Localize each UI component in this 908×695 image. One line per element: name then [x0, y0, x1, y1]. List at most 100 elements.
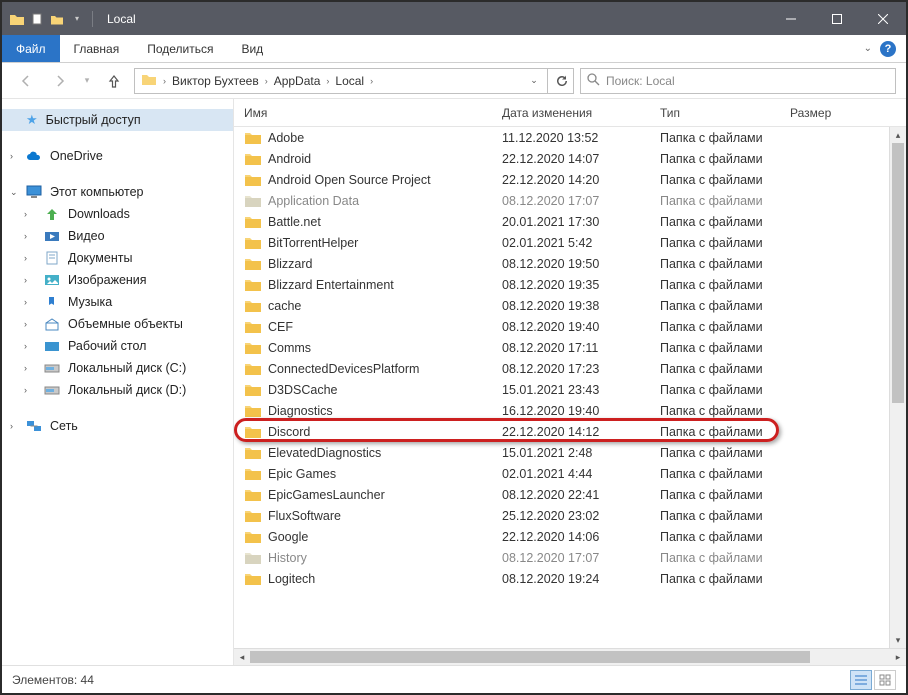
sidebar-quick-access[interactable]: ★ Быстрый доступ	[2, 109, 233, 131]
table-row[interactable]: FluxSoftware25.12.2020 23:02Папка с файл…	[234, 505, 906, 526]
forward-button[interactable]	[46, 67, 74, 95]
file-type: Папка с файлами	[660, 404, 790, 418]
table-row[interactable]: Discord22.12.2020 14:12Папка с файлами	[234, 421, 906, 442]
column-name[interactable]: Имя	[244, 106, 502, 120]
table-row[interactable]: Android Open Source Project22.12.2020 14…	[234, 169, 906, 190]
table-row[interactable]: cache08.12.2020 19:38Папка с файлами	[234, 295, 906, 316]
column-headers[interactable]: Имя Дата изменения Тип Размер	[234, 99, 906, 127]
table-row[interactable]: EpicGamesLauncher08.12.2020 22:41Папка с…	[234, 484, 906, 505]
folder-icon	[244, 319, 262, 335]
column-size[interactable]: Размер	[790, 106, 906, 120]
sidebar-network[interactable]: › Сеть	[2, 415, 233, 437]
view-icons-button[interactable]	[874, 670, 896, 690]
ribbon-tab-home[interactable]: Главная	[60, 35, 134, 62]
table-row[interactable]: Battle.net20.01.2021 17:30Папка с файлам…	[234, 211, 906, 232]
ribbon-tab-view[interactable]: Вид	[227, 35, 277, 62]
chevron-right-icon[interactable]: ›	[24, 341, 27, 351]
up-button[interactable]	[100, 67, 128, 95]
sidebar-item[interactable]: ›Объемные объекты	[2, 313, 233, 335]
sidebar-item[interactable]: ›Музыка	[2, 291, 233, 313]
qat-dropdown-icon[interactable]: ▾	[68, 10, 86, 28]
breadcrumb-seg-2[interactable]: Local	[331, 74, 368, 88]
chevron-right-icon[interactable]: ›	[24, 231, 27, 241]
close-button[interactable]	[860, 2, 906, 35]
chevron-right-icon[interactable]: ›	[368, 76, 375, 86]
refresh-button[interactable]	[547, 69, 573, 93]
column-date[interactable]: Дата изменения	[502, 106, 660, 120]
table-row[interactable]: Blizzard Entertainment08.12.2020 19:35Па…	[234, 274, 906, 295]
back-button[interactable]	[12, 67, 40, 95]
table-row[interactable]: Comms08.12.2020 17:11Папка с файлами	[234, 337, 906, 358]
chevron-right-icon[interactable]: ›	[24, 385, 27, 395]
table-row[interactable]: ElevatedDiagnostics15.01.2021 2:48Папка …	[234, 442, 906, 463]
scroll-down-icon[interactable]: ▾	[890, 632, 906, 648]
qat-folder-icon[interactable]	[48, 10, 66, 28]
scroll-up-icon[interactable]: ▴	[890, 127, 906, 143]
address-bar[interactable]: › Виктор Бухтеев › AppData › Local › ⌄	[134, 68, 574, 94]
column-type[interactable]: Тип	[660, 106, 790, 120]
scroll-right-icon[interactable]: ▸	[890, 649, 906, 665]
sidebar-item[interactable]: ›Видео	[2, 225, 233, 247]
sidebar-item[interactable]: ›Локальный диск (C:)	[2, 357, 233, 379]
ribbon-tab-share[interactable]: Поделиться	[133, 35, 227, 62]
horizontal-scrollbar[interactable]: ◂ ▸	[234, 648, 906, 665]
table-row[interactable]: History08.12.2020 17:07Папка с файлами	[234, 547, 906, 568]
file-date: 08.12.2020 17:07	[502, 551, 660, 565]
search-box[interactable]: Поиск: Local	[580, 68, 896, 94]
chevron-right-icon[interactable]: ›	[10, 421, 13, 431]
address-dropdown-icon[interactable]: ⌄	[521, 69, 547, 93]
chevron-right-icon[interactable]: ›	[161, 76, 168, 86]
chevron-right-icon[interactable]: ›	[10, 151, 13, 161]
chevron-right-icon[interactable]: ›	[324, 76, 331, 86]
file-name: BitTorrentHelper	[268, 236, 358, 250]
ribbon-expand-icon[interactable]: ⌄	[864, 43, 872, 54]
table-row[interactable]: Application Data08.12.2020 17:07Папка с …	[234, 190, 906, 211]
chevron-right-icon[interactable]: ›	[24, 209, 27, 219]
sidebar-item[interactable]: ›Документы	[2, 247, 233, 269]
file-tab[interactable]: Файл	[2, 35, 60, 62]
sidebar-this-pc[interactable]: ⌄ Этот компьютер	[2, 181, 233, 203]
table-row[interactable]: Blizzard08.12.2020 19:50Папка с файлами	[234, 253, 906, 274]
table-row[interactable]: Android22.12.2020 14:07Папка с файлами	[234, 148, 906, 169]
scrollbar-thumb[interactable]	[892, 143, 904, 403]
table-row[interactable]: Diagnostics16.12.2020 19:40Папка с файла…	[234, 400, 906, 421]
qat-props-icon[interactable]	[28, 10, 46, 28]
file-name: Battle.net	[268, 215, 321, 229]
chevron-right-icon[interactable]: ›	[263, 76, 270, 86]
vertical-scrollbar[interactable]: ▴ ▾	[889, 127, 906, 648]
maximize-button[interactable]	[814, 2, 860, 35]
file-date: 08.12.2020 19:40	[502, 320, 660, 334]
table-row[interactable]: D3DSCache15.01.2021 23:43Папка с файлами	[234, 379, 906, 400]
chevron-right-icon[interactable]: ›	[24, 253, 27, 263]
breadcrumb-seg-1[interactable]: AppData	[270, 74, 325, 88]
chevron-right-icon[interactable]: ›	[24, 275, 27, 285]
scrollbar-thumb[interactable]	[250, 651, 810, 663]
table-row[interactable]: Adobe11.12.2020 13:52Папка с файлами	[234, 127, 906, 148]
breadcrumb-seg-0[interactable]: Виктор Бухтеев	[168, 74, 263, 88]
chevron-right-icon[interactable]: ›	[24, 319, 27, 329]
recent-dropdown-icon[interactable]: ▾	[80, 67, 94, 95]
minimize-button[interactable]	[768, 2, 814, 35]
chevron-right-icon[interactable]: ›	[24, 297, 27, 307]
file-name: Blizzard	[268, 257, 312, 271]
table-row[interactable]: Google22.12.2020 14:06Папка с файлами	[234, 526, 906, 547]
sidebar-item[interactable]: ›Локальный диск (D:)	[2, 379, 233, 401]
sidebar-item[interactable]: ›Изображения	[2, 269, 233, 291]
scroll-left-icon[interactable]: ◂	[234, 649, 250, 665]
sidebar-item[interactable]: ›Рабочий стол	[2, 335, 233, 357]
table-row[interactable]: Epic Games02.01.2021 4:44Папка с файлами	[234, 463, 906, 484]
file-date: 08.12.2020 19:35	[502, 278, 660, 292]
table-row[interactable]: CEF08.12.2020 19:40Папка с файлами	[234, 316, 906, 337]
sidebar-item[interactable]: ›Downloads	[2, 203, 233, 225]
sidebar-onedrive[interactable]: › OneDrive	[2, 145, 233, 167]
chevron-down-icon[interactable]: ⌄	[10, 187, 18, 198]
table-row[interactable]: BitTorrentHelper02.01.2021 5:42Папка с ф…	[234, 232, 906, 253]
chevron-right-icon[interactable]: ›	[24, 363, 27, 373]
file-list[interactable]: Adobe11.12.2020 13:52Папка с файламиAndr…	[234, 127, 906, 665]
help-icon[interactable]: ?	[880, 41, 896, 57]
table-row[interactable]: Logitech08.12.2020 19:24Папка с файлами	[234, 568, 906, 589]
titlebar[interactable]: ▾ Local	[2, 2, 906, 35]
table-row[interactable]: ConnectedDevicesPlatform08.12.2020 17:23…	[234, 358, 906, 379]
view-details-button[interactable]	[850, 670, 872, 690]
file-date: 08.12.2020 17:07	[502, 194, 660, 208]
